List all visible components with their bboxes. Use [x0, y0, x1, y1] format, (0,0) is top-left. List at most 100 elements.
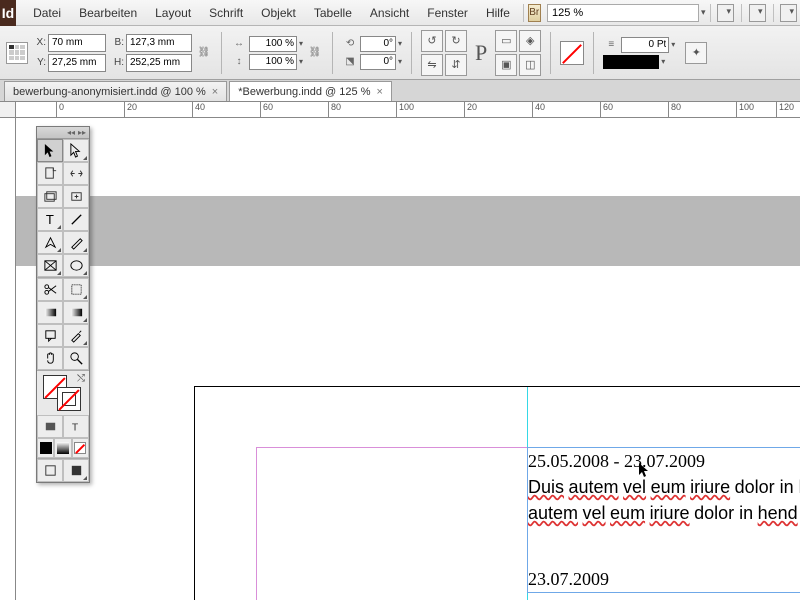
- zoom-select[interactable]: [547, 4, 699, 22]
- note-tool[interactable]: [37, 324, 63, 347]
- content-placer-tool[interactable]: [63, 185, 89, 208]
- rotate-icon: ⟲: [342, 36, 358, 52]
- eyedropper-tool[interactable]: [63, 324, 89, 347]
- horizontal-ruler[interactable]: 0 20 40 60 80 100 20 40 60 80 100 120: [16, 102, 800, 118]
- height-input[interactable]: [126, 54, 192, 72]
- y-label: Y:: [32, 57, 46, 68]
- stroke-swatch-box[interactable]: [57, 387, 81, 411]
- constrain-scale-icon[interactable]: ⛓: [307, 45, 323, 61]
- pen-tool[interactable]: [37, 231, 63, 254]
- page[interactable]: 25.05.2008 - 23.07.2009 Duis autem vel e…: [194, 386, 800, 600]
- rotate-ccw-icon[interactable]: ↺: [421, 30, 443, 52]
- direct-selection-tool[interactable]: [63, 139, 89, 162]
- workspace-dropdown[interactable]: [780, 4, 797, 22]
- menu-file[interactable]: Datei: [24, 0, 70, 26]
- gradient-swatch-tool[interactable]: [37, 301, 63, 324]
- menu-window[interactable]: Fenster: [418, 0, 477, 26]
- scissors-tool[interactable]: [37, 278, 63, 301]
- ruler-tick: 80: [328, 102, 341, 117]
- formatting-text-icon[interactable]: T: [63, 415, 89, 438]
- rotate-cw-icon[interactable]: ↻: [445, 30, 467, 52]
- gap-tool[interactable]: [63, 162, 89, 185]
- close-icon[interactable]: ×: [376, 86, 382, 98]
- control-bar: X: Y: B: H: ⛓ ↔ ▾ ↕ ▾ ⛓: [0, 26, 800, 80]
- constrain-wh-icon[interactable]: ⛓: [196, 45, 212, 61]
- doc-tab-0[interactable]: bewerbung-anonymisiert.indd @ 100 % ×: [4, 81, 227, 101]
- gradient-feather-tool[interactable]: [63, 301, 89, 324]
- rectangle-frame-tool[interactable]: [37, 254, 63, 277]
- view-mode-normal-icon[interactable]: [37, 459, 63, 482]
- stroke-style-dropdown[interactable]: [603, 55, 659, 69]
- fit-content-icon[interactable]: ▣: [495, 54, 517, 76]
- scale-y-input[interactable]: [249, 54, 297, 70]
- pencil-tool[interactable]: [63, 231, 89, 254]
- zoom-tool[interactable]: [63, 347, 89, 370]
- menu-bar: Id Datei Bearbeiten Layout Schrift Objek…: [0, 0, 800, 26]
- vertical-ruler[interactable]: [0, 102, 16, 600]
- scale-y-icon: ↕: [231, 54, 247, 70]
- hand-tool[interactable]: [37, 347, 63, 370]
- menu-table[interactable]: Tabelle: [305, 0, 361, 26]
- select-container-icon[interactable]: ▭: [495, 30, 517, 52]
- tools-panel[interactable]: ◂◂▸▸ T ⤭ T: [36, 126, 90, 483]
- view-mode-preview-icon[interactable]: [63, 459, 89, 482]
- quick-apply-icon[interactable]: ✦: [685, 42, 707, 64]
- bridge-button[interactable]: Br: [528, 4, 541, 22]
- fill-stroke-control[interactable]: ⤭: [37, 371, 89, 415]
- ruler-tick: 80: [668, 102, 681, 117]
- menu-edit[interactable]: Bearbeiten: [70, 0, 146, 26]
- close-icon[interactable]: ×: [212, 86, 218, 98]
- ruler-tick: 60: [600, 102, 613, 117]
- content-collector-tool[interactable]: [37, 185, 63, 208]
- ruler-tick: 100: [396, 102, 414, 117]
- free-transform-tool[interactable]: [63, 278, 89, 301]
- ruler-origin[interactable]: [0, 102, 16, 118]
- apply-gradient-icon[interactable]: [54, 438, 71, 458]
- menu-layout[interactable]: Layout: [146, 0, 200, 26]
- fit-frame-icon[interactable]: ◫: [519, 54, 541, 76]
- menu-view[interactable]: Ansicht: [361, 0, 418, 26]
- stroke-weight-input[interactable]: [621, 37, 669, 53]
- menu-help[interactable]: Hilfe: [477, 0, 519, 26]
- paragraph-indicator-icon: P: [475, 40, 487, 66]
- rotate-input[interactable]: [360, 36, 396, 52]
- select-content-icon[interactable]: ◈: [519, 30, 541, 52]
- w-label: B:: [110, 37, 124, 48]
- shear-input[interactable]: [360, 54, 396, 70]
- type-tool[interactable]: T: [37, 208, 63, 231]
- arrange-dropdown[interactable]: [749, 4, 766, 22]
- ruler-tick: 60: [260, 102, 273, 117]
- text-frame[interactable]: 25.05.2008 - 23.07.2009 Duis autem vel e…: [527, 447, 800, 593]
- text-line: autem vel eum iriure dolor in hend: [528, 500, 800, 526]
- rectangle-tool[interactable]: [63, 254, 89, 277]
- flip-v-icon[interactable]: ⇵: [445, 54, 467, 76]
- document-canvas[interactable]: 25.05.2008 - 23.07.2009 Duis autem vel e…: [16, 118, 800, 600]
- width-input[interactable]: [126, 34, 192, 52]
- text-line: Duis autem vel eum iriure dolor in h: [528, 474, 800, 500]
- swap-fill-stroke-icon[interactable]: ⤭: [77, 373, 85, 384]
- menu-object[interactable]: Objekt: [252, 0, 305, 26]
- apply-none-icon[interactable]: [72, 438, 89, 458]
- page-tool[interactable]: [37, 162, 63, 185]
- stroke-weight-icon: ≡: [603, 37, 619, 53]
- h-label: H:: [110, 57, 124, 68]
- scale-x-input[interactable]: [249, 36, 297, 52]
- formatting-container-icon[interactable]: [37, 415, 63, 438]
- document-tab-bar: bewerbung-anonymisiert.indd @ 100 % × *B…: [0, 80, 800, 102]
- panel-header[interactable]: ◂◂▸▸: [37, 127, 89, 139]
- doc-tab-1[interactable]: *Bewerbung.indd @ 125 % ×: [229, 81, 392, 101]
- x-label: X:: [32, 37, 46, 48]
- x-input[interactable]: [48, 34, 106, 52]
- line-tool[interactable]: [63, 208, 89, 231]
- y-input[interactable]: [48, 54, 106, 72]
- apply-color-icon[interactable]: [37, 438, 54, 458]
- reference-point[interactable]: [6, 42, 28, 64]
- scale-x-icon: ↔: [231, 36, 247, 52]
- fill-swatch[interactable]: [560, 41, 584, 65]
- menu-type[interactable]: Schrift: [200, 0, 252, 26]
- selection-tool[interactable]: [37, 139, 63, 162]
- screen-mode-dropdown[interactable]: [717, 4, 734, 22]
- app-icon: Id: [0, 0, 16, 26]
- text-line: 25.05.2008 - 23.07.2009: [528, 448, 800, 474]
- flip-h-icon[interactable]: ⇋: [421, 54, 443, 76]
